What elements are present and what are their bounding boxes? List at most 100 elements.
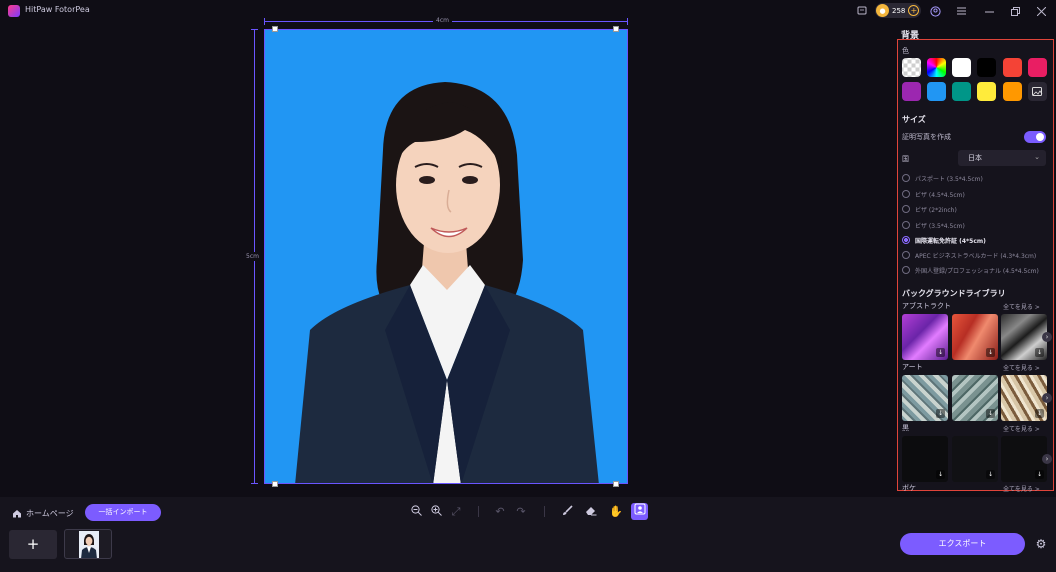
radio-icon (902, 251, 910, 259)
download-icon[interactable]: ↓ (1035, 348, 1044, 357)
color-section-label: 色 (902, 47, 909, 55)
size-option[interactable]: ビザ (4.5*4.5cm) (902, 188, 965, 200)
coin-icon: ● (876, 4, 889, 17)
menu-icon[interactable] (954, 4, 968, 18)
width-dimension-label: 4cm (433, 17, 452, 24)
size-section-title: サイズ (902, 115, 926, 124)
country-label: 国 (902, 155, 909, 163)
id-photo-tool-icon[interactable] (631, 503, 648, 520)
image-thumbnail[interactable] (64, 529, 112, 559)
credits-count: 258 (892, 6, 906, 15)
app-title: HitPaw FotorPea (25, 5, 90, 14)
download-icon[interactable]: ↓ (986, 409, 995, 418)
hand-icon[interactable]: ✋ (609, 505, 623, 519)
download-icon[interactable]: ↓ (936, 409, 945, 418)
library-row-label: アブストラクト (902, 302, 951, 310)
radio-selected-icon (902, 236, 910, 244)
radio-icon (902, 221, 910, 229)
swatch-pink[interactable] (1028, 58, 1047, 77)
minimize-icon[interactable] (982, 4, 996, 18)
size-option[interactable]: ビザ (2*2inch) (902, 203, 957, 215)
swatch-transparent[interactable] (902, 58, 921, 77)
swatch-blue[interactable] (927, 82, 946, 101)
chevron-right-icon[interactable]: › (1042, 454, 1052, 464)
feedback-icon[interactable] (855, 4, 869, 18)
custom-image-icon[interactable] (1028, 82, 1047, 101)
library-row-label: ボケ (902, 484, 916, 492)
restore-icon[interactable] (1008, 4, 1022, 18)
resize-handle-top-right[interactable] (613, 26, 619, 32)
library-row-label: 黒 (902, 424, 909, 432)
brush-icon[interactable] (560, 505, 574, 519)
see-all-link[interactable]: 全てを見る > (1003, 484, 1040, 493)
download-icon[interactable]: ↓ (1035, 409, 1044, 418)
background-thumbnail[interactable]: ↓ (952, 314, 998, 360)
app-logo-icon (8, 5, 20, 17)
swatch-black[interactable] (977, 58, 996, 77)
swatch-red[interactable] (1003, 58, 1022, 77)
export-button[interactable]: エクスポート (900, 533, 1025, 555)
zoom-in-icon[interactable] (429, 505, 443, 519)
see-all-link[interactable]: 全てを見る > (1003, 302, 1040, 311)
background-thumbnail[interactable]: ↓ (952, 436, 998, 482)
chevron-right-icon[interactable]: › (1042, 332, 1052, 342)
background-thumbnail[interactable]: ↓ (1001, 314, 1047, 360)
download-icon[interactable]: ↓ (986, 348, 995, 357)
size-option[interactable]: 外国人登録/プロフェッショナル (4.5*4.5cm) (902, 264, 1039, 276)
gear-icon[interactable]: ⚙ (1034, 537, 1048, 551)
background-thumbnail[interactable]: ↓ (902, 375, 948, 421)
swatch-orange[interactable] (1003, 82, 1022, 101)
account-icon[interactable] (928, 4, 942, 18)
batch-import-button[interactable]: 一括インポート (85, 504, 161, 521)
size-option[interactable]: APEC ビジネストラベルカード (4.3*4.3cm) (902, 249, 1036, 261)
background-thumbnail[interactable]: ↓ (1001, 436, 1047, 482)
see-all-link[interactable]: 全てを見る > (1003, 363, 1040, 372)
resize-handle-bottom-right[interactable] (613, 481, 619, 487)
background-thumbnail[interactable]: ↓ (952, 375, 998, 421)
add-credits-icon[interactable]: + (908, 5, 920, 16)
download-icon[interactable]: ↓ (936, 348, 945, 357)
background-thumbnail[interactable]: ↓ (902, 436, 948, 482)
credits-pill[interactable]: ● 258 + (875, 3, 921, 18)
toolbar-divider (478, 506, 479, 517)
size-option[interactable]: ビザ (3.5*4.5cm) (902, 219, 965, 231)
resize-handle-bottom-left[interactable] (272, 481, 278, 487)
download-icon[interactable]: ↓ (1035, 470, 1044, 479)
swatch-yellow[interactable] (977, 82, 996, 101)
height-dimension-label: 5cm (246, 252, 259, 261)
swatch-rainbow[interactable] (927, 58, 946, 77)
portrait-image (295, 82, 599, 483)
undo-icon[interactable]: ↶ (493, 505, 507, 519)
redo-icon[interactable]: ↷ (514, 505, 528, 519)
country-select-value: 日本 (968, 154, 982, 162)
toolbar-divider (544, 506, 545, 517)
eraser-icon[interactable] (584, 505, 598, 519)
title-bar: HitPaw FotorPea ● 258 + (0, 0, 1056, 22)
home-button[interactable]: ホームページ (12, 508, 74, 519)
chevron-down-icon: ⌄ (1034, 153, 1040, 161)
swatch-purple[interactable] (902, 82, 921, 101)
chevron-right-icon[interactable]: › (1042, 393, 1052, 403)
home-icon (13, 510, 21, 518)
add-image-button[interactable]: + (9, 530, 57, 559)
background-thumbnail[interactable]: ↓ (902, 314, 948, 360)
background-thumbnail[interactable]: ↓ (1001, 375, 1047, 421)
swatch-teal[interactable] (952, 82, 971, 101)
swatch-white[interactable] (952, 58, 971, 77)
close-icon[interactable] (1034, 4, 1048, 18)
zoom-out-icon[interactable] (409, 505, 423, 519)
resize-handle-top-left[interactable] (272, 26, 278, 32)
size-option-selected[interactable]: 国際運転免許証 (4*5cm) (902, 234, 986, 246)
radio-icon (902, 266, 910, 274)
download-icon[interactable]: ↓ (986, 470, 995, 479)
size-option[interactable]: パスポート (3.5*4.5cm) (902, 172, 983, 184)
library-title: バックグラウンドライブラリ (902, 289, 1006, 298)
download-icon[interactable]: ↓ (936, 470, 945, 479)
see-all-link[interactable]: 全てを見る > (1003, 424, 1040, 433)
id-photo-toggle[interactable] (1024, 131, 1046, 143)
fit-screen-icon[interactable]: ⤢ (449, 505, 463, 519)
id-photo-label: 証明写真を作成 (902, 133, 951, 141)
country-select[interactable]: 日本 ⌄ (958, 150, 1046, 166)
radio-icon (902, 190, 910, 198)
id-photo-canvas[interactable] (264, 29, 628, 484)
